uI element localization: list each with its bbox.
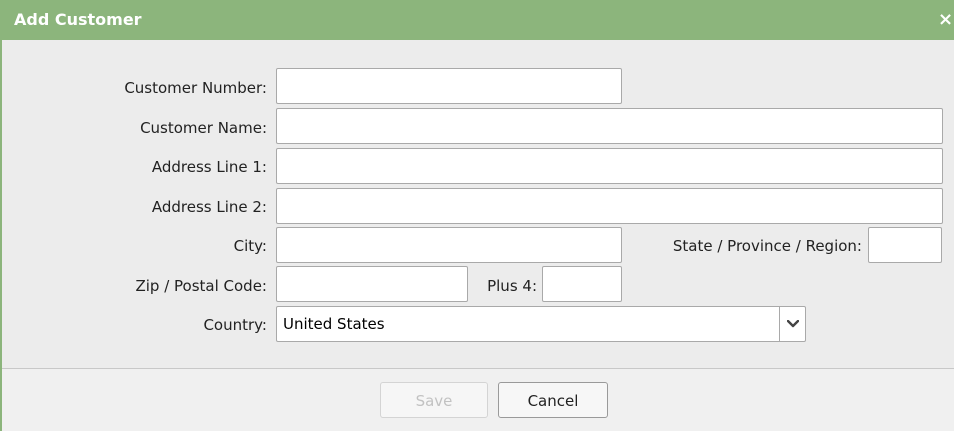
city-input[interactable] [276, 227, 622, 263]
save-button[interactable]: Save [380, 382, 488, 418]
dialog-titlebar[interactable]: Add Customer × [2, 0, 954, 40]
address-line-2-input[interactable] [276, 188, 943, 224]
plus4-label: Plus 4: [487, 277, 537, 295]
close-icon[interactable]: × [938, 0, 953, 40]
address-line-2-label: Address Line 2: [151, 198, 267, 216]
add-customer-dialog: Add Customer × Customer Number: Customer… [0, 0, 954, 431]
customer-form: Customer Number: Customer Name: Address … [2, 40, 954, 367]
country-selected-value: United States [283, 315, 385, 333]
customer-number-label: Customer Number: [124, 79, 267, 97]
chevron-down-icon [786, 320, 799, 328]
customer-name-input[interactable] [276, 108, 943, 144]
plus4-input[interactable] [542, 266, 622, 302]
zip-label: Zip / Postal Code: [135, 277, 267, 295]
customer-name-label: Customer Name: [140, 119, 267, 137]
customer-number-input[interactable] [276, 68, 622, 104]
address-line-1-label: Address Line 1: [151, 158, 267, 176]
state-label: State / Province / Region: [672, 237, 862, 255]
dialog-title: Add Customer [14, 10, 142, 29]
dialog-footer: Save Cancel [2, 369, 954, 431]
cancel-button[interactable]: Cancel [498, 382, 608, 418]
state-input[interactable] [868, 227, 942, 263]
address-line-1-input[interactable] [276, 148, 943, 184]
zip-input[interactable] [276, 266, 468, 302]
country-label: Country: [203, 316, 267, 334]
country-select[interactable]: United States [276, 306, 806, 342]
country-dropdown-button[interactable] [779, 307, 805, 341]
city-label: City: [233, 237, 267, 255]
